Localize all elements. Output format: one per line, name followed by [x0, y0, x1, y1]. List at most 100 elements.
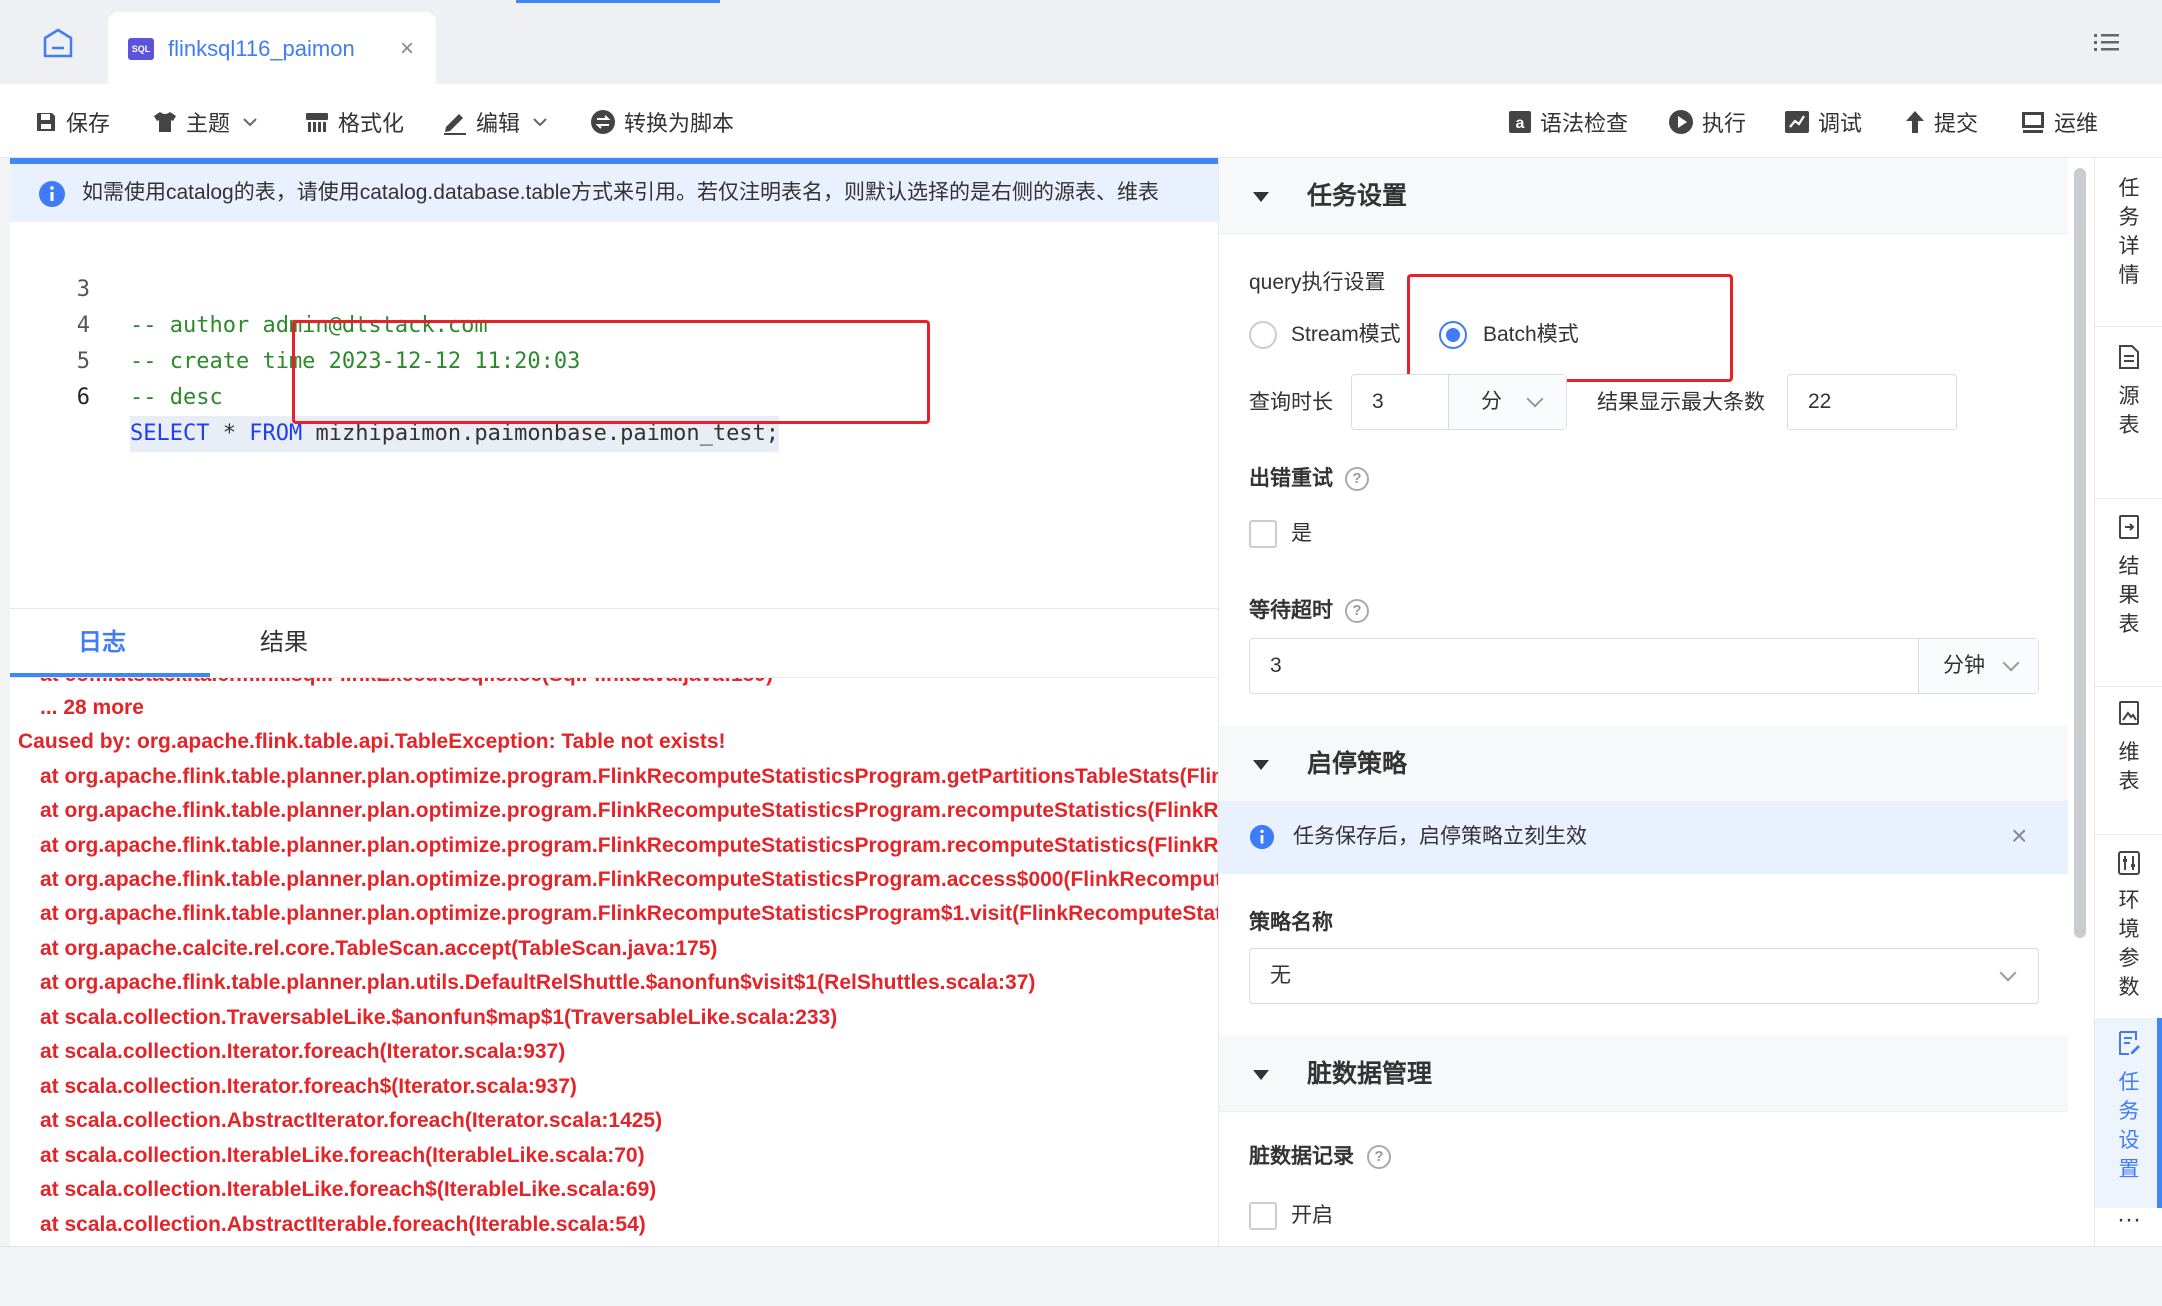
list-menu-icon[interactable]	[2092, 30, 2122, 56]
section-title: 任务设置	[1307, 182, 1408, 210]
convert-to-script-button[interactable]: 转换为脚本	[590, 106, 734, 138]
info-icon	[39, 181, 65, 207]
retry-checkbox[interactable]	[1249, 520, 1277, 548]
run-label: 执行	[1702, 111, 1747, 136]
divider	[2095, 498, 2162, 499]
tab-flinksql116-paimon[interactable]: SQL flinksql116_paimon ×	[108, 12, 436, 84]
log-line: at org.apache.flink.table.planner.plan.u…	[40, 971, 1036, 994]
log-line-caused-by: Caused by: org.apache.flink.table.api.Ta…	[18, 730, 726, 753]
query-duration-unit-select[interactable]: 分	[1448, 375, 1566, 429]
tab-close-icon[interactable]: ×	[400, 34, 414, 64]
log-panel: 日志 结果 at com.dtstack.taier.flink.sql.Fli…	[10, 608, 1218, 1246]
log-line: at org.apache.flink.table.planner.plan.o…	[40, 765, 1218, 788]
format-button[interactable]: 格式化	[304, 106, 404, 138]
section-header-task-settings[interactable]: 任务设置	[1219, 158, 2069, 234]
sidebar-item-source-table[interactable]: 源表	[2095, 334, 2162, 484]
toolbar: 保存 主题 格式化 编辑 转换为脚本 a 语法检查 执行 调试 提交 运维	[0, 84, 2162, 158]
log-output[interactable]: at com.dtstack.taier.flink.sql.FlinkExec…	[10, 678, 1218, 1244]
sidebar-item-label: 任务详情	[2118, 177, 2140, 287]
stream-mode-radio[interactable]	[1249, 321, 1277, 349]
syntax-check-icon: a	[1509, 111, 1531, 133]
divider	[2095, 326, 2162, 327]
debug-label: 调试	[1818, 111, 1863, 136]
close-icon[interactable]: ×	[2011, 818, 2027, 854]
format-brush-icon	[306, 113, 328, 132]
scrollbar-thumb[interactable]	[2074, 168, 2086, 938]
unit-value: 分	[1481, 390, 1502, 413]
sidebar-item-task-settings[interactable]: 任务设置	[2095, 1018, 2162, 1208]
line-number: 6	[76, 385, 90, 410]
query-duration-value: 3	[1372, 390, 1384, 413]
sidebar-item-dimension-table[interactable]: 维表	[2095, 690, 2162, 830]
pencil-icon	[444, 114, 466, 135]
dirty-record-option-label[interactable]: 开启	[1291, 1201, 1333, 1231]
settings-scrollbar[interactable]	[2068, 158, 2094, 1246]
task-settings-panel: 任务设置 query执行设置 Stream模式 Batch模式 查询时长 3 分…	[1218, 158, 2069, 1246]
log-line: at org.apache.flink.table.planner.plan.o…	[40, 834, 1218, 857]
submit-button[interactable]: 提交	[1904, 106, 1978, 138]
collapse-caret-icon	[1253, 192, 1269, 202]
help-icon[interactable]: ?	[1367, 1145, 1391, 1169]
sql-file-icon: SQL	[128, 38, 154, 60]
code-comment: -- desc	[130, 385, 223, 410]
sql-editor[interactable]: 如需使用catalog的表，请使用catalog.database.table方…	[10, 158, 1218, 608]
retry-option-label[interactable]: 是	[1291, 519, 1312, 549]
chevron-down-icon	[533, 118, 547, 127]
query-duration-field[interactable]: 3 分	[1351, 374, 1567, 430]
tab-log[interactable]: 日志	[78, 623, 126, 663]
sidebar-item-task-detail[interactable]: 任务详情	[2095, 168, 2162, 318]
log-line: at scala.collection.Iterator.foreach(Ite…	[40, 1040, 566, 1063]
policy-select[interactable]: 无	[1249, 948, 2039, 1004]
help-icon[interactable]: ?	[1345, 599, 1369, 623]
home-icon[interactable]	[40, 26, 76, 60]
section-header-dirty-data[interactable]: 脏数据管理	[1219, 1036, 2069, 1112]
info-icon	[1249, 824, 1275, 850]
convert-label: 转换为脚本	[624, 111, 735, 136]
log-line: at org.apache.flink.table.planner.plan.o…	[40, 902, 1218, 925]
export-doc-icon	[2119, 515, 2139, 539]
catalog-info-text: 如需使用catalog的表，请使用catalog.database.table方…	[82, 181, 1160, 204]
timeout-unit-select[interactable]: 分钟	[1918, 639, 2038, 693]
help-icon[interactable]: ?	[1345, 467, 1369, 491]
edit-dropdown[interactable]: 编辑	[442, 106, 548, 138]
edit-doc-icon	[2119, 1031, 2140, 1055]
convert-icon	[591, 110, 615, 134]
keyword-from: FROM	[249, 421, 303, 446]
max-rows-value: 22	[1808, 390, 1832, 413]
left-gutter	[0, 158, 10, 1246]
stream-mode-label[interactable]: Stream模式	[1291, 320, 1401, 350]
chevron-down-icon	[1526, 390, 1544, 408]
tab-result[interactable]: 结果	[260, 623, 308, 663]
sidebar-item-env-params[interactable]: 环境参数	[2095, 840, 2162, 1010]
log-line: at org.apache.flink.table.planner.plan.o…	[40, 868, 1218, 891]
policy-value: 无	[1270, 964, 1291, 987]
catalog-info-banner: 如需使用catalog的表，请使用catalog.database.table方…	[10, 164, 1218, 222]
unit-value: 分钟	[1943, 654, 1985, 677]
save-button[interactable]: 保存	[34, 106, 110, 138]
run-button[interactable]: 执行	[1668, 106, 1746, 138]
query-duration-label: 查询时长	[1249, 391, 1333, 414]
code-line: 4 -- create time 2023-12-12 11:20:03	[10, 272, 1218, 374]
debug-button[interactable]: 调试	[1784, 106, 1862, 138]
log-line: at com.dtstack.taier.flink.sql.FlinkExec…	[40, 678, 773, 690]
collapse-caret-icon	[1253, 1070, 1269, 1080]
syntax-check-button[interactable]: a 语法检查	[1508, 106, 1628, 138]
app-window: SQL flinksql116_paimon × 保存 主题 格式化 编辑 转换…	[0, 0, 2162, 1306]
log-line: at scala.collection.Iterator.foreach$(It…	[40, 1075, 577, 1098]
timeout-value: 3	[1270, 654, 1282, 677]
dirty-record-checkbox[interactable]	[1249, 1202, 1277, 1230]
debug-icon	[1785, 111, 1809, 133]
theme-dropdown[interactable]: 主题	[152, 106, 258, 138]
play-icon	[1669, 110, 1693, 134]
highlight-box-sql	[292, 320, 930, 424]
section-header-start-stop[interactable]: 启停策略	[1219, 726, 2069, 802]
monitor-icon	[2022, 112, 2044, 133]
sidebar-item-label: 源表	[2118, 385, 2140, 437]
sidebar-item-result-table[interactable]: 结果表	[2095, 504, 2162, 674]
max-rows-input[interactable]: 22	[1787, 374, 1957, 430]
log-line: at scala.collection.IterableLike.foreach…	[40, 1178, 657, 1201]
ops-button[interactable]: 运维	[2020, 106, 2098, 138]
timeout-field[interactable]: 3 分钟	[1249, 638, 2039, 694]
shirt-icon	[154, 112, 176, 132]
more-icon[interactable]: ···	[2095, 1208, 2162, 1232]
